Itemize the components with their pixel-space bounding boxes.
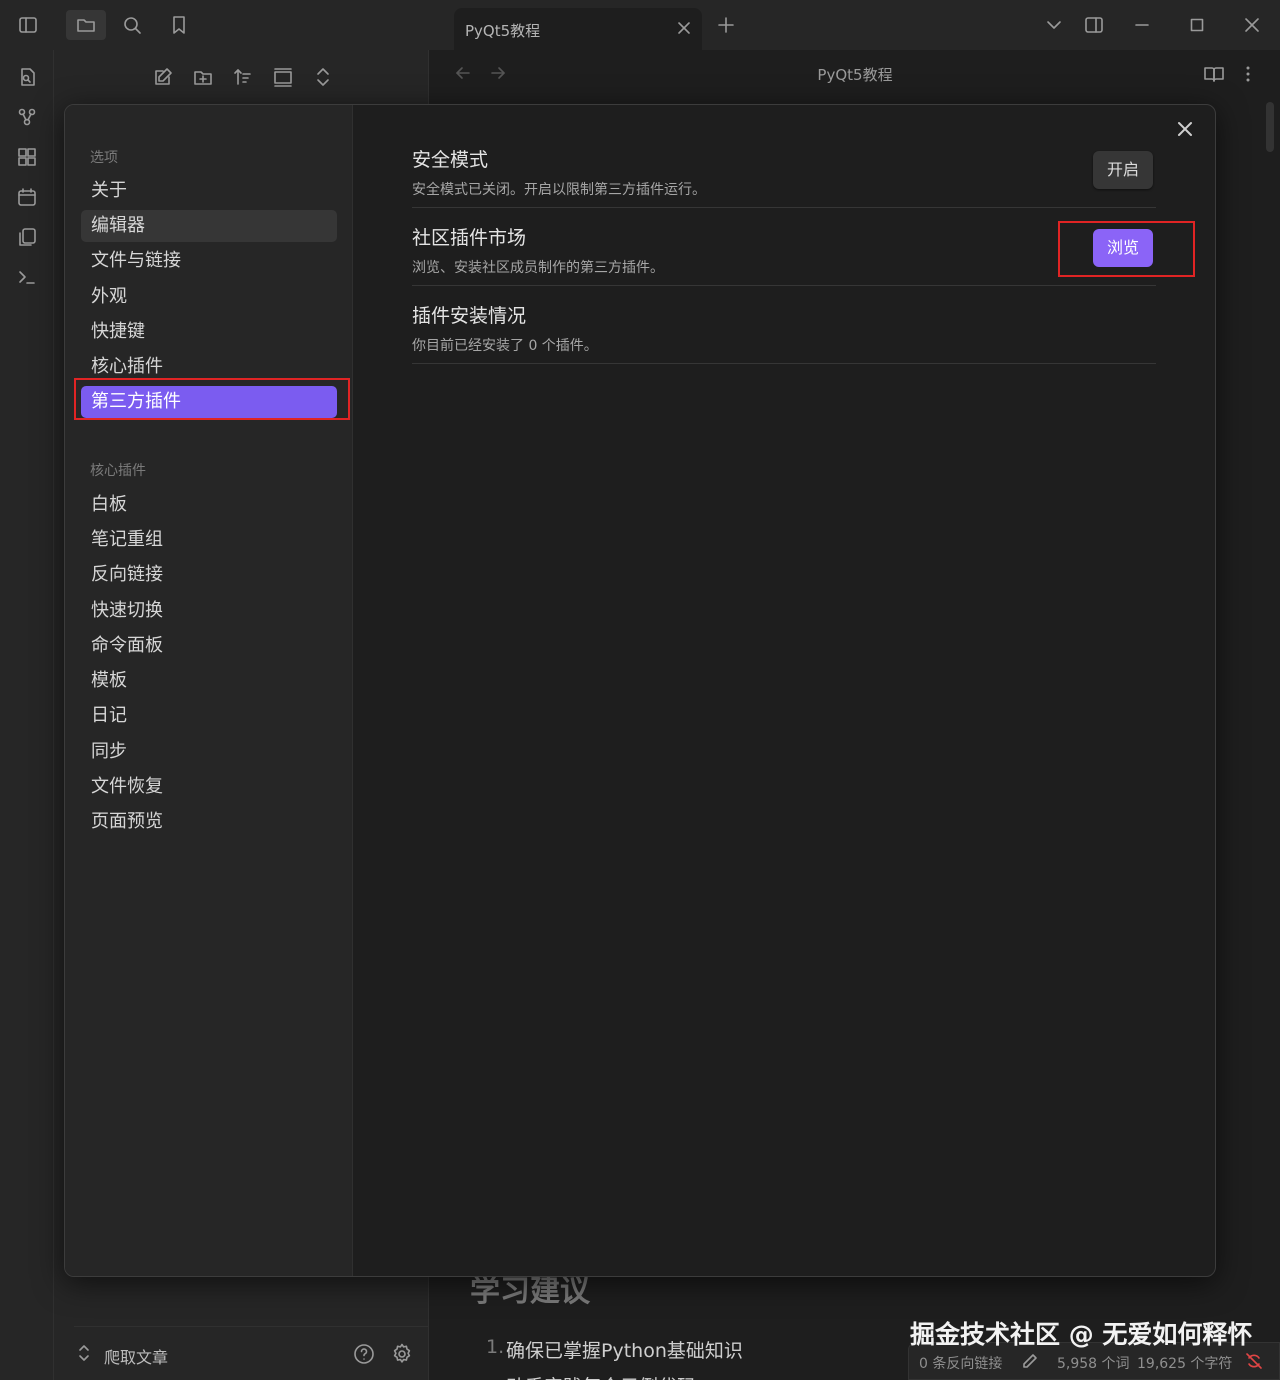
vault-switch-icon[interactable] (76, 1344, 92, 1362)
tab-pyqt5[interactable]: PyQt5教程 (454, 8, 702, 50)
nav-files-links[interactable]: 文件与链接 (81, 245, 337, 277)
setting-safe-mode: 安全模式 安全模式已关闭。开启以限制第三方插件运行。 (412, 145, 1156, 208)
setting-name: 安全模式 (412, 149, 489, 171)
nav-page-preview[interactable]: 页面预览 (81, 806, 337, 838)
settings-gear-icon[interactable] (390, 1342, 414, 1366)
sort-icon[interactable] (232, 66, 254, 88)
canvas-icon[interactable] (16, 146, 38, 168)
editor-scrollbar[interactable] (1266, 102, 1274, 152)
setting-desc: 浏览、安装社区成员制作的第三方插件。 (412, 260, 664, 276)
divider (412, 363, 1156, 364)
search-icon[interactable] (116, 10, 148, 40)
watermark-text: 掘金技术社区 @ 无爱如何释怀 (910, 1320, 1253, 1349)
nav-daily-notes[interactable]: 日记 (81, 700, 337, 732)
maximize-icon[interactable] (1181, 10, 1213, 40)
tab-title: PyQt5教程 (465, 22, 541, 40)
highlight-box-community-plugins (74, 378, 350, 420)
list-item: 确保已掌握Python基础知识 (506, 1340, 743, 1362)
setting-desc: 安全模式已关闭。开启以限制第三方插件运行。 (412, 182, 706, 198)
settings-modal: 选项 关于 编辑器 文件与链接 外观 快捷键 核心插件 第三方插件 核心插件 白… (64, 104, 1216, 1277)
backlinks-count[interactable]: 0 条反向链接 (919, 1353, 1002, 1373)
graph-view-icon[interactable] (16, 106, 38, 128)
window-close-icon[interactable] (1236, 10, 1268, 40)
minimize-icon[interactable] (1126, 10, 1158, 40)
more-options-icon[interactable] (1240, 64, 1256, 84)
modal-close-icon[interactable] (1173, 117, 1197, 141)
divider (412, 285, 1156, 286)
folder-icon[interactable] (66, 10, 106, 40)
sidebar-toggle-icon[interactable] (12, 10, 44, 40)
new-folder-icon[interactable] (192, 66, 214, 88)
right-sidebar-toggle-icon[interactable] (1078, 10, 1110, 40)
highlight-box-browse-button (1058, 221, 1195, 277)
edit-mode-icon[interactable] (1021, 1352, 1039, 1370)
nav-file-recovery[interactable]: 文件恢复 (81, 771, 337, 803)
nav-command-palette[interactable]: 命令面板 (81, 630, 337, 662)
nav-quick-switcher[interactable]: 快速切换 (81, 595, 337, 627)
word-count: 5,958 个词 (1057, 1356, 1130, 1372)
help-icon[interactable] (352, 1342, 376, 1366)
setting-desc: 你目前已经安装了 0 个插件。 (412, 338, 598, 354)
nav-sync[interactable]: 同步 (81, 736, 337, 768)
sync-off-icon[interactable] (1245, 1352, 1263, 1370)
new-note-icon[interactable] (152, 66, 174, 88)
file-pane-divider (74, 1326, 429, 1327)
nav-templates[interactable]: 模板 (81, 665, 337, 697)
nav-editor[interactable]: 编辑器 (81, 210, 337, 242)
nav-appearance[interactable]: 外观 (81, 281, 337, 313)
new-tab-icon[interactable] (710, 10, 742, 40)
nav-note-composer[interactable]: 笔记重组 (81, 524, 337, 556)
setting-name: 插件安装情况 (412, 305, 527, 327)
reading-view-icon[interactable] (1203, 64, 1225, 84)
options-section-header: 选项 (90, 150, 118, 166)
setting-community-market: 社区插件市场 浏览、安装社区成员制作的第三方插件。 (412, 223, 1156, 286)
nav-canvas[interactable]: 白板 (81, 489, 337, 521)
enable-safe-mode-button[interactable]: 开启 (1093, 151, 1154, 189)
collapse-all-icon[interactable] (312, 66, 334, 88)
setting-installed-plugins: 插件安装情况 你目前已经安装了 0 个插件。 (412, 301, 1156, 364)
nav-about[interactable]: 关于 (81, 175, 337, 207)
calendar-icon[interactable] (16, 186, 38, 208)
left-ribbon (0, 50, 54, 1380)
vault-name[interactable]: 爬取文章 (104, 1344, 168, 1368)
editor-title: PyQt5教程 (817, 66, 893, 84)
bookmark-icon[interactable] (163, 10, 195, 40)
auto-reveal-icon[interactable] (272, 66, 294, 88)
settings-sidebar: 选项 关于 编辑器 文件与链接 外观 快捷键 核心插件 第三方插件 核心插件 白… (65, 105, 353, 1276)
divider (412, 207, 1156, 208)
tab-list-chevron-icon[interactable] (1038, 10, 1070, 40)
setting-name: 社区插件市场 (412, 227, 527, 249)
open-quick-switcher-icon[interactable] (16, 66, 38, 88)
nav-backlinks[interactable]: 反向链接 (81, 559, 337, 591)
tab-close-icon[interactable] (676, 20, 692, 36)
title-bar: PyQt5教程 (0, 0, 1280, 50)
copy-icon[interactable] (16, 226, 38, 248)
list-item: 动手实践每个示例代码 (506, 1372, 696, 1380)
core-plugins-section-header: 核心插件 (90, 463, 146, 479)
nav-hotkeys[interactable]: 快捷键 (81, 316, 337, 348)
char-count: 19,625 个字符 (1137, 1356, 1233, 1372)
list-item-number: 1. (486, 1336, 505, 1358)
terminal-icon[interactable] (16, 266, 38, 288)
